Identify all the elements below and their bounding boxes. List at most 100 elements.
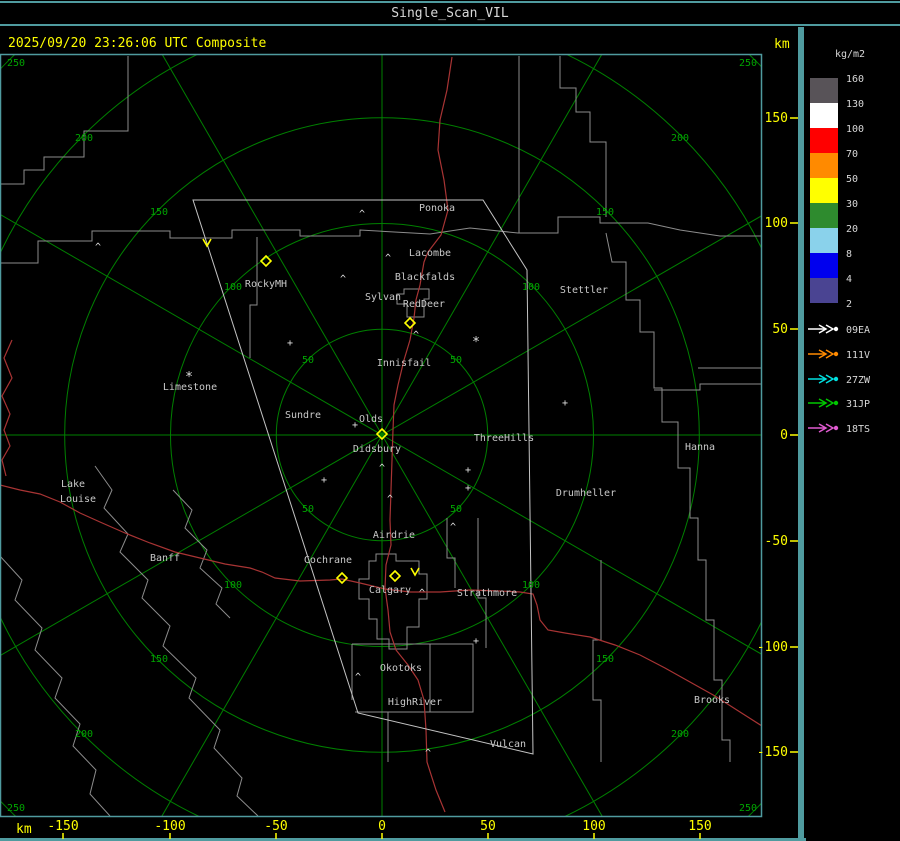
right-axis-unit-label: km (774, 37, 790, 52)
right-axis-bar (798, 27, 804, 841)
vector-id-label: 31JP (846, 399, 870, 410)
color-scale-value: 100 (846, 124, 864, 135)
vector-id-label: 111V (846, 350, 870, 361)
window-title: Single_Scan_VIL (391, 6, 509, 21)
ring-distance-label: 250 (7, 803, 25, 814)
plus-marker-icon: + (465, 483, 471, 494)
ring-distance-label: 200 (75, 133, 93, 144)
plus-marker-icon: + (287, 338, 293, 349)
star-marker-icon: * (472, 335, 480, 350)
ring-distance-label: 50 (302, 355, 314, 366)
vector-arrow-tip-dot (833, 326, 839, 332)
city-label: Ponoka (419, 203, 455, 214)
caret-marker-icon: ^ (387, 494, 393, 505)
caret-marker-icon: ^ (419, 588, 425, 599)
city-label: Vulcan (490, 739, 526, 750)
caret-marker-icon: ^ (425, 748, 431, 759)
color-scale-value: 30 (846, 199, 858, 210)
right-axis-tick-label: 150 (765, 111, 788, 126)
color-scale-value: 20 (846, 224, 858, 235)
city-label: Louise (60, 494, 96, 505)
caret-marker-icon: ^ (413, 330, 419, 341)
right-axis-tick-label: 0 (780, 428, 788, 443)
ring-distance-label: 250 (739, 803, 757, 814)
color-scale-swatch (810, 78, 838, 103)
city-label: Stettler (560, 285, 608, 296)
color-scale-value: 70 (846, 149, 858, 160)
city-label: Brooks (694, 695, 730, 706)
city-label: HighRiver (388, 697, 442, 708)
color-scale-swatch (810, 253, 838, 278)
vector-id-label: 27ZW (846, 375, 871, 386)
vector-id-label: 18TS (846, 424, 870, 435)
city-label: RockyMH (245, 279, 287, 290)
color-scale-value: 130 (846, 99, 864, 110)
vector-arrow-tip-dot (833, 400, 839, 406)
city-label: Calgary (369, 585, 411, 596)
city-label: Lacombe (409, 248, 451, 259)
plus-marker-icon: + (473, 636, 479, 647)
right-axis-tick-label: 100 (765, 216, 788, 231)
city-label: Cochrane (304, 555, 352, 566)
ring-distance-label: 200 (671, 729, 689, 740)
city-label: Banff (150, 553, 180, 564)
ring-distance-label: 100 (522, 580, 540, 591)
ring-distance-label: 200 (75, 729, 93, 740)
ring-distance-label: 50 (450, 355, 462, 366)
city-label: Drumheller (556, 488, 616, 499)
right-axis-tick-label: -150 (757, 745, 788, 760)
right-axis-tick-label: -50 (765, 534, 788, 549)
city-label: Hanna (685, 442, 715, 453)
plus-marker-icon: + (562, 398, 568, 409)
vector-id-label: 09EA (846, 325, 870, 336)
city-label: Innisfail (377, 358, 431, 369)
city-label: Limestone (163, 382, 217, 393)
ring-distance-label: 100 (224, 580, 242, 591)
title-bar-top-border (0, 1, 900, 3)
legend-unit-label: kg/m2 (835, 49, 865, 60)
ring-distance-label: 200 (671, 133, 689, 144)
bottom-axis-unit-label: km (16, 822, 32, 837)
ring-distance-label: 150 (150, 654, 168, 665)
ring-distance-label: 100 (224, 282, 242, 293)
bottom-axis-tick-label: 0 (378, 819, 386, 834)
radar-window: Single_Scan_VIL 2025/09/20 23:26:06 UTC … (0, 0, 900, 841)
color-scale-value: 50 (846, 174, 858, 185)
caret-marker-icon: ^ (340, 274, 346, 285)
bottom-axis-tick-label: -50 (264, 819, 287, 834)
background (0, 0, 900, 841)
color-scale-value: 8 (846, 249, 852, 260)
right-axis-tick-label: -100 (757, 640, 788, 655)
bottom-axis-tick-label: 50 (480, 819, 496, 834)
ring-distance-label: 250 (739, 58, 757, 69)
color-scale-swatch (810, 128, 838, 153)
plus-marker-icon: + (352, 420, 358, 431)
caret-marker-icon: ^ (450, 522, 456, 533)
city-label: ThreeHills (474, 433, 534, 444)
color-scale-swatch (810, 203, 838, 228)
vector-arrow-tip-dot (833, 425, 839, 431)
bottom-axis-tick-label: 150 (688, 819, 711, 834)
scan-timestamp: 2025/09/20 23:26:06 UTC Composite (8, 36, 266, 51)
ring-distance-label: 150 (596, 207, 614, 218)
ring-distance-label: 50 (450, 504, 462, 515)
city-label: Strathmore (457, 588, 517, 599)
city-label: Sylvan (365, 292, 401, 303)
plus-marker-icon: + (321, 475, 327, 486)
vector-arrow-tip-dot (833, 351, 839, 357)
ring-distance-label: 250 (7, 58, 25, 69)
caret-marker-icon: ^ (95, 242, 101, 253)
city-label: Sundre (285, 410, 321, 421)
caret-marker-icon: ^ (355, 672, 361, 683)
color-scale-swatch (810, 153, 838, 178)
ring-distance-label: 150 (150, 207, 168, 218)
ring-distance-label: 100 (522, 282, 540, 293)
bottom-axis-tick-label: -150 (47, 819, 78, 834)
city-label: RedDeer (403, 299, 445, 310)
city-label: Blackfalds (395, 272, 455, 283)
plus-marker-icon: + (465, 465, 471, 476)
caret-marker-icon: ^ (379, 463, 385, 474)
right-axis-tick-label: 50 (772, 322, 788, 337)
caret-marker-icon: ^ (359, 209, 365, 220)
vector-arrow-tip-dot (833, 376, 839, 382)
